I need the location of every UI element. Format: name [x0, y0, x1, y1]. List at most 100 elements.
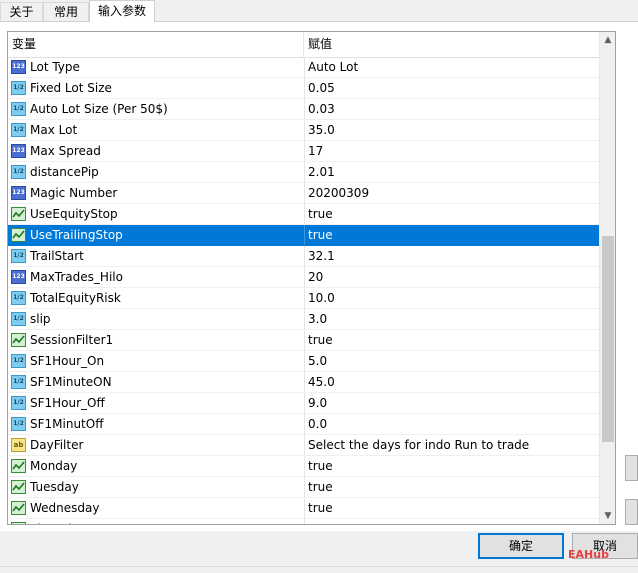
icon-type-label: 1/2 — [13, 357, 24, 364]
value-cell[interactable]: 45.0 — [304, 372, 599, 392]
side-button-upper[interactable] — [625, 455, 638, 481]
table-row[interactable]: SessionFilter1 true — [8, 330, 599, 351]
table-row[interactable]: 123 MaxTrades_Hilo 20 — [8, 267, 599, 288]
double-type-icon: 1/2 — [11, 375, 26, 389]
boolean-type-icon — [11, 480, 26, 494]
variable-name-cell[interactable]: Monday — [8, 456, 303, 476]
variable-name-cell[interactable]: 1/2 distancePip — [8, 162, 303, 182]
value-cell[interactable]: 5.0 — [304, 351, 599, 371]
value-cell[interactable]: 32.1 — [304, 246, 599, 266]
value-cell[interactable]: 10.0 — [304, 288, 599, 308]
double-type-icon: 1/2 — [11, 417, 26, 431]
double-type-icon: 1/2 — [11, 396, 26, 410]
table-row[interactable]: 1/2 Max Lot 35.0 — [8, 120, 599, 141]
value-cell[interactable]: 20200309 — [304, 183, 599, 203]
value-cell[interactable]: 20 — [304, 267, 599, 287]
variable-name-label: Max Spread — [30, 144, 101, 158]
integer-type-icon: 123 — [11, 270, 26, 284]
table-row[interactable]: Thursday — [8, 519, 599, 524]
scroll-up-button[interactable]: ▲ — [600, 32, 615, 48]
table-row[interactable]: 1/2 distancePip 2.01 — [8, 162, 599, 183]
table-row[interactable]: 1/2 TrailStart 32.1 — [8, 246, 599, 267]
variable-name-cell[interactable]: 1/2 Auto Lot Size (Per 50$) — [8, 99, 303, 119]
table-row[interactable]: 123 Lot Type Auto Lot — [8, 57, 599, 78]
variable-name-cell[interactable]: 1/2 SF1MinutOff — [8, 414, 303, 434]
double-type-icon: 1/2 — [11, 249, 26, 263]
table-row[interactable]: 1/2 Auto Lot Size (Per 50$) 0.03 — [8, 99, 599, 120]
double-type-icon: 1/2 — [11, 165, 26, 179]
table-row[interactable]: 1/2 SF1Hour_Off 9.0 — [8, 393, 599, 414]
value-cell[interactable]: true — [304, 456, 599, 476]
variable-name-cell[interactable]: Wednesday — [8, 498, 303, 518]
variable-name-cell[interactable]: 1/2 Fixed Lot Size — [8, 78, 303, 98]
side-button-lower[interactable] — [625, 499, 638, 525]
table-row[interactable]: Wednesday true — [8, 498, 599, 519]
value-cell[interactable]: true — [304, 204, 599, 224]
table-row[interactable]: ab DayFilter Select the days for indo Run … — [8, 435, 599, 456]
table-row[interactable]: Tuesday true — [8, 477, 599, 498]
value-cell[interactable]: true — [304, 498, 599, 518]
table-row[interactable]: Monday true — [8, 456, 599, 477]
value-cell[interactable]: true — [304, 477, 599, 497]
variable-name-cell[interactable]: 1/2 SF1Hour_Off — [8, 393, 303, 413]
variable-name-cell[interactable]: 1/2 Max Lot — [8, 120, 303, 140]
table-row[interactable]: 123 Magic Number 20200309 — [8, 183, 599, 204]
variable-name-cell[interactable]: 1/2 TrailStart — [8, 246, 303, 266]
variable-name-label: TotalEquityRisk — [30, 291, 121, 305]
value-cell[interactable]: 0.03 — [304, 99, 599, 119]
scroll-down-button[interactable]: ▼ — [600, 508, 615, 524]
table-row[interactable]: 1/2 slip 3.0 — [8, 309, 599, 330]
variable-name-label: Max Lot — [30, 123, 78, 137]
tab-inputs[interactable]: 输入参数 — [89, 0, 155, 22]
variable-name-cell[interactable]: ab DayFilter — [8, 435, 303, 455]
value-cell[interactable]: 35.0 — [304, 120, 599, 140]
variable-name-label: SF1MinuteON — [30, 375, 112, 389]
value-cell[interactable] — [304, 519, 599, 524]
value-cell[interactable]: 17 — [304, 141, 599, 161]
value-cell[interactable]: true — [304, 225, 599, 245]
table-row[interactable]: 1/2 SF1MinuteON 45.0 — [8, 372, 599, 393]
variable-name-label: UseEquityStop — [30, 207, 118, 221]
variable-name-cell[interactable]: 1/2 TotalEquityRisk — [8, 288, 303, 308]
tab-about[interactable]: 关于 — [0, 2, 43, 21]
variable-name-label: SessionFilter1 — [30, 333, 114, 347]
value-cell[interactable]: Select the days for indo Run to trade — [304, 435, 599, 455]
table-row[interactable]: UseTrailingStop true — [8, 225, 599, 246]
variable-name-cell[interactable]: Tuesday — [8, 477, 303, 497]
scroll-thumb[interactable] — [602, 236, 614, 442]
table-row[interactable]: UseEquityStop true — [8, 204, 599, 225]
table-row[interactable]: 1/2 TotalEquityRisk 10.0 — [8, 288, 599, 309]
grid-rows: 123 Lot Type Auto Lot 1/2 Fixed Lot Size 0.05… — [8, 57, 599, 524]
table-row[interactable]: 123 Max Spread 17 — [8, 141, 599, 162]
boolean-type-icon — [11, 333, 26, 347]
variable-name-cell[interactable]: 1/2 SF1MinuteON — [8, 372, 303, 392]
value-cell[interactable]: 0.05 — [304, 78, 599, 98]
value-cell[interactable]: 0.0 — [304, 414, 599, 434]
value-cell[interactable]: 3.0 — [304, 309, 599, 329]
table-row[interactable]: 1/2 SF1Hour_On 5.0 — [8, 351, 599, 372]
table-row[interactable]: 1/2 SF1MinutOff 0.0 — [8, 414, 599, 435]
variable-name-cell[interactable]: 123 MaxTrades_Hilo — [8, 267, 303, 287]
icon-type-label: 1/2 — [13, 105, 24, 112]
variable-name-cell[interactable]: 1/2 SF1Hour_On — [8, 351, 303, 371]
column-header-variable[interactable]: 变量 — [8, 32, 303, 57]
variable-name-cell[interactable]: UseTrailingStop — [8, 225, 303, 245]
variable-name-cell[interactable]: 123 Magic Number — [8, 183, 303, 203]
tab-common[interactable]: 常用 — [43, 2, 89, 21]
column-header-value[interactable]: 赋值 — [304, 32, 599, 57]
vertical-scrollbar[interactable]: ▲ ▼ — [599, 32, 615, 524]
icon-type-label: 123 — [12, 273, 25, 280]
icon-type-label: 1/2 — [13, 378, 24, 385]
variable-name-cell[interactable]: 123 Max Spread — [8, 141, 303, 161]
table-row[interactable]: 1/2 Fixed Lot Size 0.05 — [8, 78, 599, 99]
variable-name-cell[interactable]: UseEquityStop — [8, 204, 303, 224]
variable-name-cell[interactable]: Thursday — [8, 519, 303, 524]
variable-name-cell[interactable]: SessionFilter1 — [8, 330, 303, 350]
value-cell[interactable]: 9.0 — [304, 393, 599, 413]
value-cell[interactable]: Auto Lot — [304, 57, 599, 77]
variable-name-cell[interactable]: 123 Lot Type — [8, 57, 303, 77]
ok-button[interactable]: 确定 — [478, 533, 564, 559]
value-cell[interactable]: true — [304, 330, 599, 350]
variable-name-cell[interactable]: 1/2 slip — [8, 309, 303, 329]
value-cell[interactable]: 2.01 — [304, 162, 599, 182]
